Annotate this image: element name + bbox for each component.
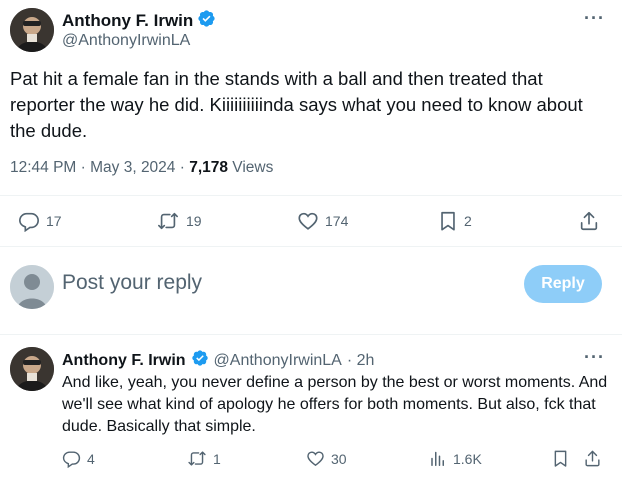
reply-reply-action[interactable]: 4 [62,449,95,468]
reply-icon [62,451,81,468]
like-count: 174 [325,213,349,229]
author-name[interactable]: Anthony F. Irwin [62,11,193,31]
reply-icon [19,212,39,232]
avatar-image [10,347,54,391]
reply-author-avatar[interactable] [10,347,54,391]
bookmark-icon [554,450,567,467]
reply-button[interactable]: Reply [524,265,602,303]
tweet-meta: 12:44 PM · May 3, 2024 · 7,178 Views [10,159,273,177]
heart-icon [307,451,324,467]
retweet-action[interactable]: 19 [156,210,202,232]
retweet-count: 19 [186,213,202,229]
reply-timestamp[interactable]: · 2h [347,352,375,370]
bookmark-count: 2 [464,213,472,229]
views-count: 7,178 [189,159,228,176]
bookmark-icon [441,211,455,231]
reply-retweet-count: 1 [213,450,221,467]
reply-views-action[interactable]: 1.6K [429,449,482,468]
divider [0,195,622,196]
bookmark-action[interactable]: 2 [438,210,472,232]
author-avatar[interactable] [10,8,54,52]
share-icon [585,450,600,467]
verified-badge-icon [191,349,209,372]
author-name-row: Anthony F. Irwin [62,9,216,33]
divider [0,334,622,335]
reply-author-handle[interactable]: @AnthonyIrwinLA [214,352,342,370]
author-handle[interactable]: @AnthonyIrwinLA [62,32,190,50]
retweet-icon [158,212,178,230]
divider [0,246,622,247]
reply-action[interactable]: 17 [18,210,62,232]
heart-icon [298,212,318,230]
reply-input[interactable]: Post your reply [62,271,202,295]
share-icon [580,211,598,231]
tweet-text: Pat hit a female fan in the stands with … [10,68,583,141]
tweet-timestamp[interactable]: 12:44 PM · May 3, 2024 · [10,159,189,176]
reply-like-action[interactable]: 30 [306,449,347,468]
current-user-avatar[interactable] [10,265,54,309]
avatar-image [10,8,54,52]
reply-reply-count: 4 [87,450,95,467]
reply-header: Anthony F. Irwin @AnthonyIrwinLA · 2h [62,349,374,372]
reply-share-action[interactable] [583,449,602,468]
reply-text: And like, yeah, you never define a perso… [62,374,608,435]
share-action[interactable] [578,210,600,232]
reply-author-name[interactable]: Anthony F. Irwin [62,352,186,370]
reply-more-options-icon[interactable]: ··· [584,347,605,368]
analytics-icon [431,451,444,466]
verified-badge-icon [197,9,216,33]
reply-bookmark-action[interactable] [552,449,569,468]
reply-retweet-action[interactable]: 1 [187,449,221,468]
reply-count: 17 [46,213,62,229]
like-action[interactable]: 174 [297,210,348,232]
reply-like-count: 30 [331,450,347,467]
retweet-icon [188,451,206,466]
views-label: Views [228,159,274,176]
default-avatar-icon [10,265,54,309]
reply-views-count: 1.6K [453,450,482,467]
more-options-icon[interactable]: ··· [584,8,605,29]
